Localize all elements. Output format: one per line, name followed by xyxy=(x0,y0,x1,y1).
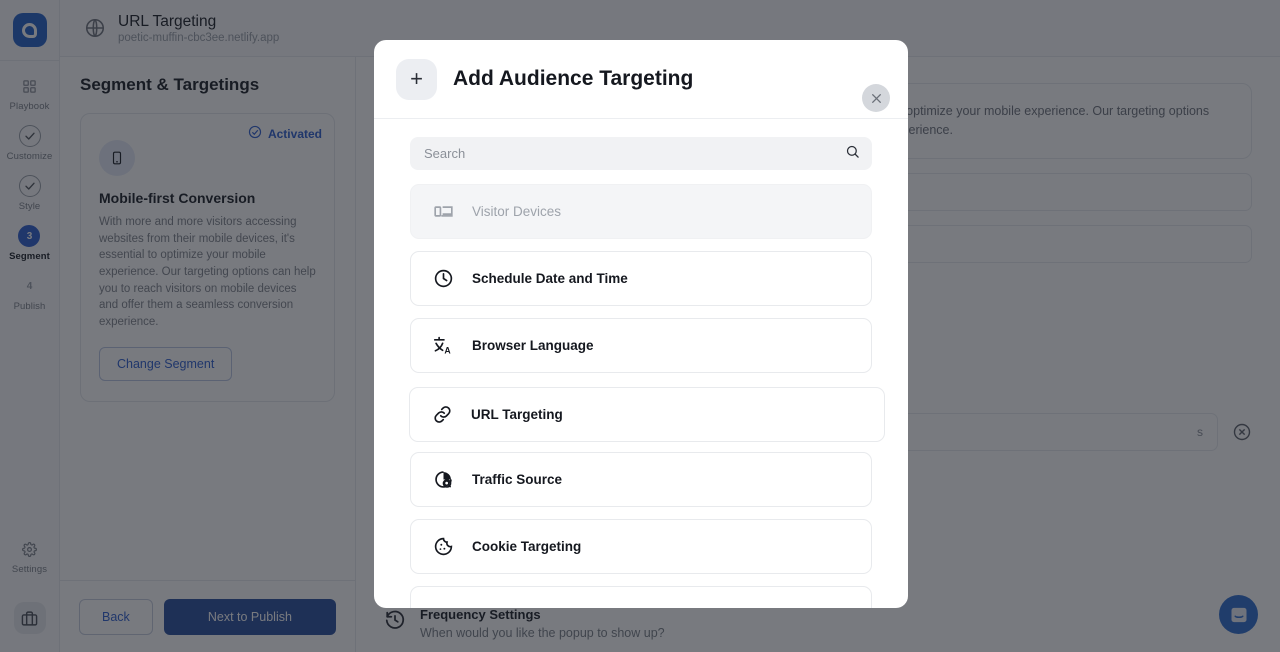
search-placeholder: Search xyxy=(424,146,466,161)
option-cookie-targeting[interactable]: Cookie Targeting xyxy=(410,519,872,574)
modal-title: Add Audience Targeting xyxy=(453,67,694,90)
clock-icon xyxy=(433,268,454,289)
modal-body: Search Visitor Devices Schedule Date and… xyxy=(374,119,908,608)
svg-text:A: A xyxy=(444,345,451,355)
traffic-source-icon xyxy=(433,469,454,490)
modal-header: + Add Audience Targeting xyxy=(374,40,908,119)
option-label: Visitor Devices xyxy=(472,204,562,219)
option-traffic-source[interactable]: Traffic Source xyxy=(410,452,872,507)
link-icon xyxy=(432,404,453,425)
option-label: Browser Language xyxy=(472,338,594,353)
option-visitor-devices[interactable]: Visitor Devices xyxy=(410,184,872,239)
option-label: Schedule Date and Time xyxy=(472,271,628,286)
plus-icon: + xyxy=(396,58,437,100)
option-url-targeting[interactable]: URL Targeting xyxy=(409,387,885,442)
devices-icon xyxy=(433,201,454,222)
option-browser-language[interactable]: A Browser Language xyxy=(410,318,872,373)
highlight-spotlight: URL Targeting xyxy=(395,381,899,447)
add-audience-targeting-modal: + Add Audience Targeting Search Visitor … xyxy=(374,40,908,608)
option-label: Cookie Targeting xyxy=(472,539,582,554)
option-label: URL Targeting xyxy=(471,407,563,422)
option-label: Traffic Source xyxy=(472,472,563,487)
close-icon[interactable] xyxy=(862,84,890,112)
search-input[interactable]: Search xyxy=(410,137,872,170)
option-schedule-date-and-time[interactable]: Schedule Date and Time xyxy=(410,251,872,306)
translate-icon: A xyxy=(433,335,454,356)
search-icon[interactable] xyxy=(845,144,860,164)
cookie-icon xyxy=(433,536,454,557)
option-next-partial[interactable] xyxy=(410,586,872,608)
